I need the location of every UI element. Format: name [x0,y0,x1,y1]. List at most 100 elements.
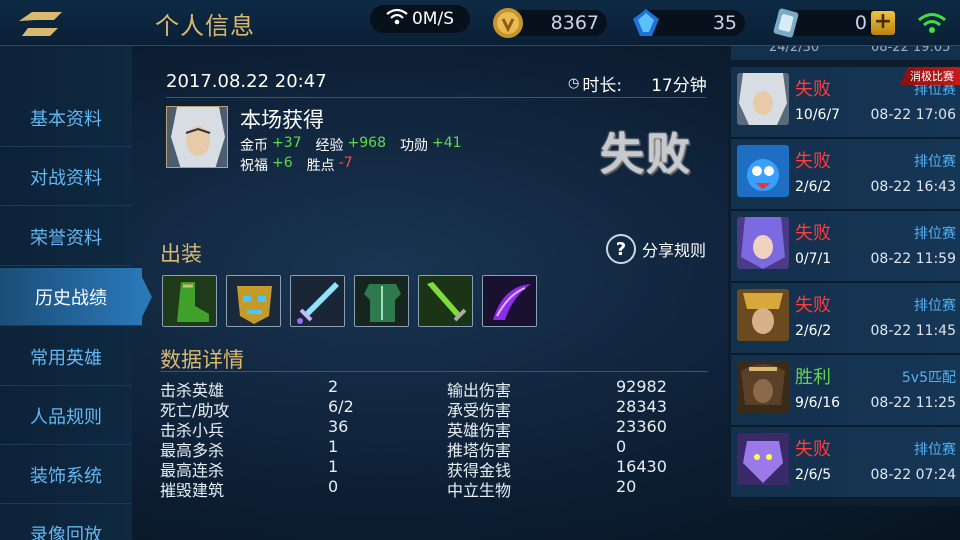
stat-value: 6/2 [328,397,354,416]
stat-value: 92982 [616,377,667,396]
stat-value: 23360 [616,417,667,436]
history-kda: 2/6/2 [795,179,832,195]
history-result: 失败 [795,151,831,172]
history-time: 08-22 11:45 [870,323,956,339]
divider [166,97,706,98]
equipment-slot-green-blade[interactable] [418,275,473,327]
diamond-value: 35 [712,12,737,34]
back-button[interactable] [14,6,124,42]
sidebar-item-basic-info[interactable]: 基本资料 [0,89,132,147]
reward-label: 功勋 [400,138,428,154]
history-time: 08-22 17:06 [870,107,956,123]
wifi-signal-icon [386,8,408,31]
stat-value: 36 [328,417,349,436]
equipment-slot-ice-sword[interactable] [290,275,345,327]
gold-mask-icon [227,276,280,326]
duration-value: 17分钟 [651,76,707,96]
history-time: 08-22 16:43 [870,179,956,195]
history-time: 08-22 11:25 [870,395,956,411]
history-card[interactable]: 失败 排位赛 0/7/1 08-22 11:59 [731,211,960,282]
match-detail-panel: 2017.08.22 20:47 ◷ 时长: 17分钟 本场获得 金币 +37 经… [132,46,728,540]
history-card-partial: 24/2/30 08-22 19:05 [731,46,960,60]
page-title: 个人信息 [155,12,255,40]
ticket-value: 0 [854,12,867,34]
stat-value: 28343 [616,397,667,416]
negative-match-badge: 消极比赛 [900,67,960,85]
diamond-counter: 35 [633,9,745,36]
reward-value: -7 [338,155,353,171]
ice-sword-icon [291,276,344,326]
reward-label: 金币 [240,138,268,154]
history-time: 08-22 11:59 [870,251,956,267]
help-icon: ? [606,234,636,264]
divider [160,371,708,372]
reward-value: +6 [272,155,293,171]
history-card[interactable]: 失败 排位赛 2/6/2 08-22 11:45 [731,283,960,354]
share-rules-label: 分享规则 [642,241,707,260]
history-kda: 2/6/5 [795,467,832,483]
history-card[interactable]: 失败 排位赛 2/6/2 08-22 16:43 [731,139,960,210]
history-kda: 0/7/1 [795,251,832,267]
sidebar-item-common-heroes[interactable]: 常用英雄 [0,328,132,386]
reward-label: 祝福 [240,158,268,174]
rewards-row: 金币 +37 经验 +968 功勋 +41 [240,135,472,155]
hero-avatar [737,217,789,269]
history-mode: 排位赛 [914,154,956,170]
stat-value: 1 [328,457,339,476]
equipment-slot-armor[interactable] [354,275,409,327]
reward-value: +41 [432,135,462,151]
sidebar-item-honor-data[interactable]: 荣誉资料 [0,208,132,266]
jade-armor-icon [355,276,408,326]
match-history-list[interactable]: 24/2/30 08-22 19:05 失败 排位赛 10/6/7 08-22 … [728,46,960,506]
history-card[interactable]: 胜利 5v5匹配 9/6/16 08-22 11:25 [731,355,960,426]
equipment-slot-mask[interactable] [226,275,281,327]
gold-value: 8367 [550,12,599,34]
gold-counter: 8367 [493,8,607,38]
sidebar: 基本资料 对战资料 荣誉资料 历史战绩 常用英雄 人品规则 装饰系统 录像回放 [0,46,152,540]
rewards-title: 本场获得 [240,108,324,132]
ticket-counter: 0 + [773,8,895,38]
history-time: 08-22 07:24 [870,467,956,483]
history-result: 失败 [795,79,831,100]
match-duration: ◷ 时长: 17分钟 [568,71,707,96]
sidebar-item-credit-rules[interactable]: 人品规则 [0,387,132,445]
sidebar-item-decoration[interactable]: 装饰系统 [0,446,132,504]
wifi-status-icon [917,12,947,38]
history-card[interactable]: 失败 排位赛 10/6/7 08-22 17:06 消极比赛 [731,67,960,138]
hero-avatar [737,289,789,341]
top-bar: 个人信息 0M/S 8367 35 0 + [0,0,960,46]
gold-coin-icon [491,6,525,40]
stat-value: 0 [328,477,339,496]
hero-avatar [737,73,789,125]
history-kda: 9/6/16 [795,395,841,411]
stat-value: 0 [616,437,627,456]
match-result: 失败 [600,129,692,180]
green-blade-icon [419,276,472,326]
duration-label: 时长: [582,76,623,96]
rewards-row: 祝福 +6 胜点 -7 [240,155,353,175]
green-boots-icon [163,276,216,326]
stat-label: 摧毁建筑 [160,481,225,500]
add-currency-button[interactable]: + [871,11,895,35]
reward-label: 经验 [315,138,344,154]
share-rules-button[interactable]: ? 分享规则 [606,234,706,264]
history-result: 失败 [795,295,831,316]
history-mode: 5v5匹配 [901,370,956,386]
history-mode: 排位赛 [914,298,956,314]
sidebar-item-match-history[interactable]: 历史战绩 [0,268,152,326]
sidebar-item-battle-data[interactable]: 对战资料 [0,148,132,206]
diamond-icon [629,6,663,40]
equipment-slot-scythe[interactable] [482,275,537,327]
sidebar-item-replay[interactable]: 录像回放 [0,505,132,540]
history-card[interactable]: 失败 排位赛 2/6/5 08-22 07:24 [731,427,960,498]
stats-title: 数据详情 [160,348,244,372]
equipment-slot-boots[interactable] [162,275,217,327]
history-result: 胜利 [795,367,831,388]
history-kda: 2/6/2 [795,323,832,339]
stat-label: 中立生物 [447,481,512,500]
clock-icon: ◷ [568,76,580,91]
reward-value: +968 [347,135,386,151]
purple-scythe-icon [483,276,536,326]
history-time: 08-22 19:05 [871,46,951,55]
stat-value: 20 [616,477,637,496]
